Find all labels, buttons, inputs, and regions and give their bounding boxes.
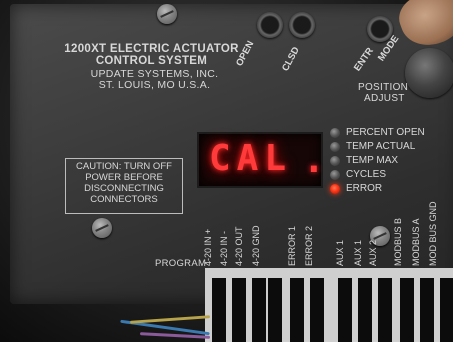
terminal-label: AUX 2 xyxy=(368,239,378,266)
terminal-label: 4-20 GND xyxy=(251,225,261,266)
wire xyxy=(129,315,211,324)
terminal-label: MODBUS A xyxy=(411,218,421,266)
terminal-slot xyxy=(310,278,324,342)
controller-photo: OPEN CLSD ENTR MODE POSITION ADJUST 1200… xyxy=(0,0,453,342)
terminal-label: ERROR 2 xyxy=(304,225,314,266)
screw-icon xyxy=(157,4,177,24)
caution-notice: CAUTION: TURN OFF POWER BEFORE DISCONNEC… xyxy=(65,158,183,214)
indicator-label: TEMP MAX xyxy=(346,155,399,166)
indicator-label: TEMP ACTUAL xyxy=(346,141,416,152)
terminal-slot xyxy=(212,278,226,342)
open-button[interactable] xyxy=(257,12,283,38)
clsd-button[interactable] xyxy=(289,12,315,38)
terminal-slot xyxy=(358,278,372,342)
indicator-led-percent-open xyxy=(330,128,340,138)
terminal-label: 4-20 OUT xyxy=(234,226,244,266)
terminal-label: ERROR 1 xyxy=(287,225,297,266)
terminal-label: 4-20 IN + xyxy=(203,228,213,266)
led-display: CAL . xyxy=(197,132,325,188)
indicator-led-temp-actual xyxy=(330,142,340,152)
led-decimal-point: . xyxy=(303,140,325,181)
indicator-label: PERCENT OPEN xyxy=(346,127,425,138)
manufacturer-info: UPDATE SYSTEMS, INC. ST. LOUIS, MO U.S.A… xyxy=(90,68,219,91)
indicator-led-temp-max xyxy=(330,156,340,166)
terminal-label: MODBUS B xyxy=(393,217,403,266)
terminal-slot xyxy=(400,278,414,342)
terminal-slot xyxy=(268,278,282,342)
terminal-slot xyxy=(338,278,352,342)
terminal-label: 4-20 IN - xyxy=(219,230,229,266)
product-title: 1200XT ELECTRIC ACTUATOR CONTROL SYSTEM xyxy=(64,43,239,67)
program-label: PROGRAM xyxy=(155,258,207,269)
entr-label: ENTR xyxy=(352,45,376,74)
terminal-slot xyxy=(420,278,434,342)
terminal-label: MOD BUS GND xyxy=(428,201,438,266)
clsd-label: CLSD xyxy=(280,45,302,74)
terminal-slot xyxy=(252,278,266,342)
terminal-label: AUX 1 xyxy=(335,239,345,266)
terminal-label: AUX 1 xyxy=(353,239,363,266)
terminal-slot xyxy=(232,278,246,342)
actuator-control-panel: OPEN CLSD ENTR MODE POSITION ADJUST 1200… xyxy=(10,4,453,304)
terminal-slot xyxy=(290,278,304,342)
indicator-label: ERROR xyxy=(346,183,383,194)
screw-icon xyxy=(92,218,112,238)
position-adjust-label: POSITION ADJUST xyxy=(358,82,409,104)
position-adjust-knob[interactable] xyxy=(405,48,453,98)
terminal-slot xyxy=(440,278,453,342)
led-readout: CAL xyxy=(209,138,293,179)
indicator-label: CYCLES xyxy=(346,169,387,180)
indicator-led-cycles xyxy=(330,170,340,180)
indicator-led-error xyxy=(330,184,340,194)
terminal-slot xyxy=(378,278,392,342)
